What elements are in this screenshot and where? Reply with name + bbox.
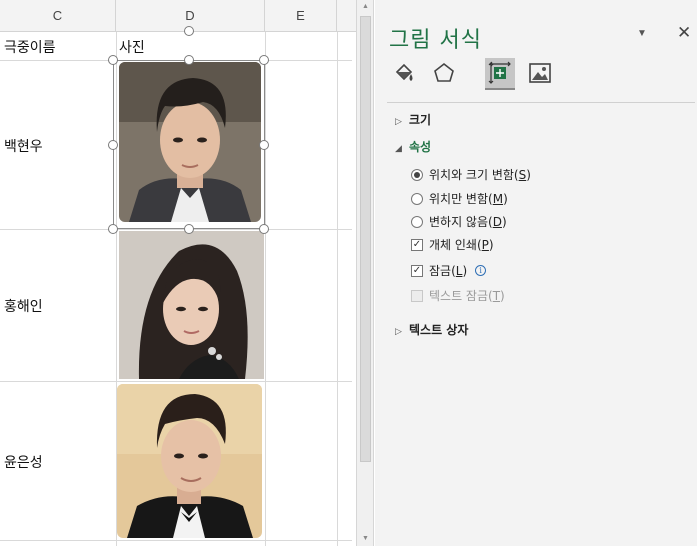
radio-move-only[interactable]: 위치만 변함(M) <box>411 190 508 207</box>
checkbox-lock-text-indicator <box>411 289 423 302</box>
worksheet[interactable]: C D E 극중이름 사진 백현우 홍해인 윤은성 <box>0 0 356 546</box>
radio-move-only-label: 위치만 변함 <box>429 192 489 206</box>
radio-move-only-indicator[interactable] <box>411 192 423 205</box>
cell-d-header[interactable]: 사진 <box>119 37 145 57</box>
resize-handle-bottom-left[interactable] <box>108 224 118 234</box>
row-divider <box>0 540 352 541</box>
section-textbox-label: 텍스트 상자 <box>409 323 469 337</box>
cell-c-header[interactable]: 극중이름 <box>4 37 56 57</box>
resize-handle-top-left[interactable] <box>108 55 118 65</box>
close-icon[interactable]: ✕ <box>677 23 691 43</box>
size-properties-icon[interactable] <box>485 58 515 88</box>
fill-line-icon[interactable] <box>389 58 419 88</box>
resize-handle-bottom-right[interactable] <box>259 224 269 234</box>
column-divider <box>265 32 266 546</box>
section-properties[interactable]: ◢ 속성 <box>395 138 431 155</box>
access-key: D <box>492 214 502 229</box>
resize-handle-top[interactable] <box>184 55 194 65</box>
active-tab-indicator <box>485 88 515 90</box>
resize-handle-bottom[interactable] <box>184 224 194 234</box>
checkbox-locked[interactable]: ✓ 잠금(L) i <box>411 262 487 279</box>
row-divider <box>0 381 352 382</box>
column-header-e[interactable]: E <box>265 0 337 32</box>
radio-move-and-size[interactable]: 위치와 크기 변함(S) <box>411 166 531 183</box>
portrait-man-2-image[interactable] <box>117 384 262 538</box>
access-key: S <box>518 167 527 182</box>
section-textbox[interactable]: ▷ 텍스트 상자 <box>395 321 468 338</box>
radio-dont-move[interactable]: 변하지 않음(D) <box>411 213 507 230</box>
tabs-divider <box>387 102 695 103</box>
chevron-down-icon[interactable]: ▼ <box>637 28 647 39</box>
scroll-up-icon[interactable]: ▲ <box>360 2 371 12</box>
expanded-triangle-icon: ◢ <box>395 144 402 154</box>
cell-name-row3[interactable]: 윤은성 <box>4 452 43 472</box>
checkbox-print-object[interactable]: ✓ 개체 인쇄(P) <box>411 236 494 253</box>
collapsed-triangle-icon: ▷ <box>395 117 402 127</box>
cell-name-row2[interactable]: 홍해인 <box>4 296 43 316</box>
checkbox-lock-text-label: 텍스트 잠금 <box>429 289 489 303</box>
section-properties-label: 속성 <box>409 140 432 154</box>
check-icon[interactable]: ✓ <box>411 264 423 277</box>
pane-title: 그림 서식 <box>389 28 482 53</box>
column-header-c[interactable]: C <box>0 0 116 32</box>
checkbox-print-object-label: 개체 인쇄 <box>429 238 477 252</box>
access-key: L <box>455 263 463 278</box>
resize-handle-right[interactable] <box>259 140 269 150</box>
radio-dont-move-indicator[interactable] <box>411 215 423 228</box>
picture-selection-frame <box>113 60 265 229</box>
picture-icon[interactable] <box>525 58 555 88</box>
access-key: T <box>492 288 501 303</box>
rotate-handle[interactable] <box>184 26 194 36</box>
resize-handle-left[interactable] <box>108 140 118 150</box>
checkbox-locked-label: 잠금 <box>429 264 452 278</box>
checkbox-lock-text: 텍스트 잠금(T) <box>411 287 505 304</box>
section-size-label: 크기 <box>409 113 432 127</box>
radio-move-and-size-label: 위치와 크기 변함 <box>429 168 514 182</box>
access-key: M <box>492 191 504 206</box>
portrait-woman-image[interactable] <box>119 231 264 379</box>
format-picture-pane: 그림 서식 ▼ ✕ ▷ 크기 ◢ 속성 위치와 크기 변함 (S) 위치만 … <box>375 0 697 546</box>
radio-dont-move-label: 변하지 않음 <box>429 215 489 229</box>
scrollbar-thumb[interactable] <box>360 16 371 462</box>
row-divider <box>0 229 352 230</box>
collapsed-triangle-icon: ▷ <box>395 327 402 337</box>
cell-name-row1[interactable]: 백현우 <box>4 136 43 156</box>
column-divider <box>337 32 338 546</box>
scroll-down-icon[interactable]: ▼ <box>360 534 371 544</box>
info-icon[interactable]: i <box>475 265 487 276</box>
radio-move-and-size-indicator[interactable] <box>411 168 423 181</box>
access-key: P <box>481 237 489 252</box>
vertical-scrollbar[interactable]: ▲ ▼ <box>356 0 374 546</box>
effects-pentagon-icon[interactable] <box>429 58 459 88</box>
resize-handle-top-right[interactable] <box>259 55 269 65</box>
section-size[interactable]: ▷ 크기 <box>395 111 431 128</box>
column-headers: C D E <box>0 0 356 32</box>
check-icon[interactable]: ✓ <box>411 238 423 251</box>
